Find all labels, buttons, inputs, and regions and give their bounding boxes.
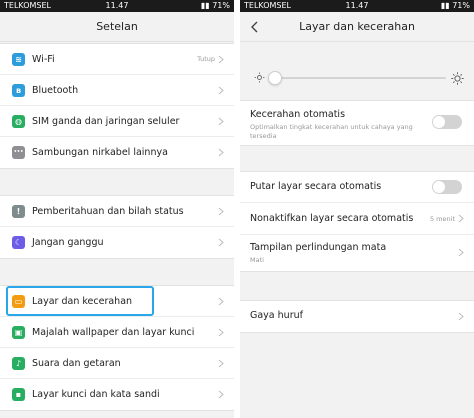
- wallpaper-icon: ▣: [12, 326, 25, 339]
- clock: 11.47: [105, 1, 129, 10]
- auto-rotate-toggle[interactable]: [432, 180, 462, 194]
- eye-protection-row[interactable]: Tampilan perlindungan mata Mati: [240, 235, 474, 271]
- page-header: Layar dan kecerahan: [240, 12, 474, 42]
- settings-item-label: SIM ganda dan jaringan seluler: [32, 116, 180, 127]
- settings-item-bluetooth[interactable]: ʙ Bluetooth: [0, 75, 234, 106]
- settings-item-label: Suara dan getaran: [32, 358, 121, 369]
- settings-item-label: Wi-Fi: [32, 54, 55, 65]
- chevron-right-icon: [218, 117, 224, 126]
- sun-large-icon: [451, 72, 464, 85]
- chevron-right-icon: [458, 312, 464, 321]
- clock: 11.47: [345, 1, 369, 10]
- eye-protection-label: Tampilan perlindungan mata: [250, 242, 387, 253]
- settings-item-moon[interactable]: ☾ Jangan ganggu: [0, 227, 234, 258]
- auto-brightness-toggle[interactable]: [432, 115, 462, 129]
- auto-brightness-row[interactable]: Kecerahan otomatis Optimalkan tingkat ke…: [240, 101, 474, 145]
- display-brightness-screen: TELKOMSEL 11.47 ▮▮ 71% Layar dan kecerah…: [240, 0, 474, 418]
- settings-item-dots[interactable]: ••• Sambungan nirkabel lainnya: [0, 137, 234, 168]
- chevron-right-icon: [218, 359, 224, 368]
- notification-icon: !: [12, 205, 25, 218]
- chevron-right-icon: [218, 238, 224, 247]
- battery-label: ▮▮ 71%: [440, 1, 470, 10]
- eye-protection-status: Mati: [250, 256, 264, 264]
- bluetooth-icon: ʙ: [12, 84, 25, 97]
- chevron-right-icon: [218, 390, 224, 399]
- signal-icon: ▮▮: [200, 1, 210, 10]
- signal-icon: ▮▮: [440, 1, 450, 10]
- brightness-slider[interactable]: [240, 70, 474, 88]
- chevron-right-icon: [218, 148, 224, 157]
- chevron-right-icon: [218, 328, 224, 337]
- chevron-right-icon: [458, 248, 464, 257]
- chevron-right-icon: [218, 297, 224, 306]
- settings-item-label: Bluetooth: [32, 85, 79, 96]
- settings-item-sound[interactable]: ♪ Suara dan getaran: [0, 348, 234, 379]
- slider-thumb[interactable]: [268, 71, 282, 85]
- font-group: Gaya huruf: [240, 300, 474, 333]
- chevron-right-icon: [218, 55, 224, 64]
- display-options-group: Putar layar secara otomatis Nonaktifkan …: [240, 171, 474, 272]
- back-arrow-icon[interactable]: [250, 21, 260, 33]
- connectivity-group: ≋ Wi-Fi Tutup ʙ Bluetooth ◍ SIM ganda dan jari…: [0, 43, 234, 169]
- selection-highlight: [6, 286, 154, 316]
- screen-timeout-label: Nonaktifkan layar secara otomatis: [250, 213, 414, 224]
- globe-icon: ◍: [12, 115, 25, 128]
- auto-rotate-label: Putar layar secara otomatis: [250, 181, 382, 192]
- wifi-icon: ≋: [12, 53, 25, 66]
- moon-icon: ☾: [12, 236, 25, 249]
- dots-icon: •••: [12, 146, 25, 159]
- settings-item-lock[interactable]: ▪ Layar kunci dan kata sandi: [0, 379, 234, 410]
- page-title: Setelan: [0, 12, 234, 42]
- settings-item-label: Sambungan nirkabel lainnya: [32, 147, 168, 158]
- lock-icon: ▪: [12, 388, 25, 401]
- page-title: Layar dan kecerahan: [299, 20, 415, 33]
- chevron-right-icon: [218, 207, 224, 216]
- settings-screen: TELKOMSEL 11.47 ▮▮ 71% Setelan ≋ Wi-Fi Tut…: [0, 0, 234, 418]
- sun-small-icon: [254, 72, 265, 83]
- chevron-right-icon: [458, 214, 464, 223]
- font-style-label: Gaya huruf: [250, 310, 303, 321]
- settings-item-wallpaper[interactable]: ▣ Majalah wallpaper dan layar kunci: [0, 317, 234, 348]
- screen-timeout-value: 5 menit: [429, 215, 455, 223]
- settings-item-label: Layar kunci dan kata sandi: [32, 389, 160, 400]
- font-style-row[interactable]: Gaya huruf: [240, 301, 474, 332]
- status-bar: TELKOMSEL 11.47 ▮▮ 71%: [240, 0, 474, 12]
- notification-group: ! Pemberitahuan dan bilah status ☾ Jangan g…: [0, 195, 234, 259]
- settings-item-value: Tutup: [197, 55, 215, 63]
- auto-brightness-group: Kecerahan otomatis Optimalkan tingkat ke…: [240, 100, 474, 146]
- status-bar: TELKOMSEL 11.47 ▮▮ 71%: [0, 0, 234, 12]
- auto-rotate-row[interactable]: Putar layar secara otomatis: [240, 172, 474, 203]
- auto-brightness-description: Optimalkan tingkat kecerahan untuk cahay…: [250, 123, 413, 140]
- settings-item-label: Jangan ganggu: [32, 237, 104, 248]
- settings-item-wifi[interactable]: ≋ Wi-Fi Tutup: [0, 44, 234, 75]
- settings-item-globe[interactable]: ◍ SIM ganda dan jaringan seluler: [0, 106, 234, 137]
- chevron-right-icon: [218, 86, 224, 95]
- screen-timeout-row[interactable]: Nonaktifkan layar secara otomatis 5 meni…: [240, 203, 474, 235]
- settings-item-notification[interactable]: ! Pemberitahuan dan bilah status: [0, 196, 234, 227]
- sound-icon: ♪: [12, 357, 25, 370]
- auto-brightness-label: Kecerahan otomatis: [250, 109, 346, 120]
- battery-label: ▮▮ 71%: [200, 1, 230, 10]
- settings-item-label: Majalah wallpaper dan layar kunci: [32, 327, 195, 338]
- settings-item-label: Pemberitahuan dan bilah status: [32, 206, 184, 217]
- slider-track[interactable]: [272, 77, 446, 79]
